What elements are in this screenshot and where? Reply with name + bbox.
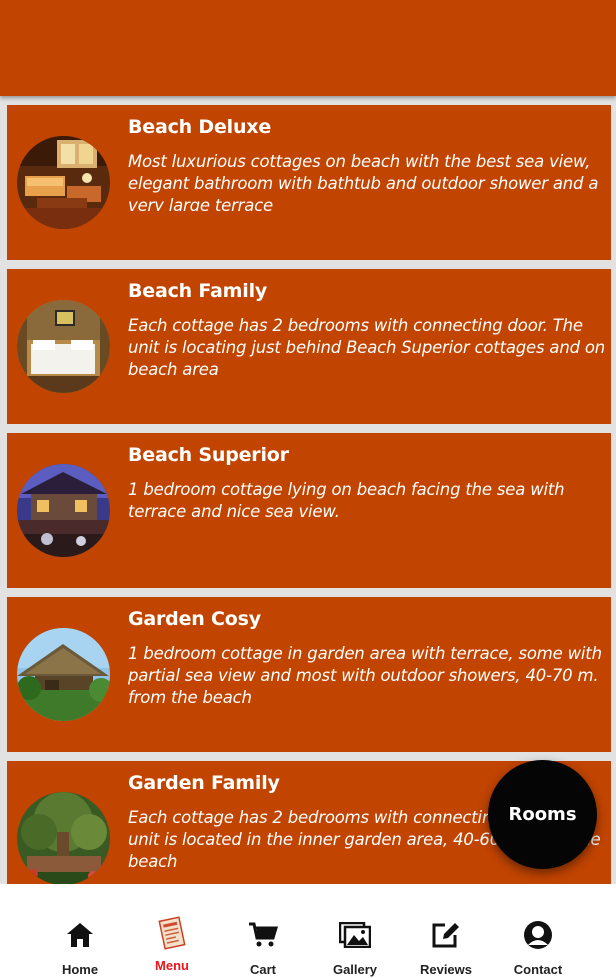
room-title: Garden Family [128,772,280,794]
nav-label: Reviews [419,962,473,977]
nav-label: Gallery [332,962,378,977]
nav-label: Contact [513,962,563,977]
nav-label: Cart [249,962,276,977]
room-title: Beach Deluxe [128,116,272,138]
garden-family-room-photo [17,792,110,884]
garden-cosy-room-photo [17,628,110,721]
rooms-fab-button[interactable]: Rooms [488,760,597,869]
beach-deluxe-room-photo [17,136,110,229]
room-card-garden-cosy[interactable]: Garden Cosy 1 bedroom cottage in garden … [7,597,611,752]
nav-item-reviews[interactable]: Reviews [400,884,492,978]
gallery-icon [339,920,371,950]
room-card-beach-deluxe[interactable]: Beach Deluxe Most luxurious cottages on … [7,105,611,260]
nav-item-home[interactable]: Home [34,884,126,978]
bottom-navigation: Home Menu Cart Gallery Reviews Contact [0,884,616,978]
nav-item-cart[interactable]: Cart [217,884,309,978]
nav-item-contact[interactable]: Contact [492,884,584,978]
beach-family-room-photo [17,300,110,393]
cart-icon [248,920,278,950]
beach-superior-room-photo [17,464,110,557]
rooms-fab-label: Rooms [508,804,577,825]
room-description: 1 bedroom cottage lying on beach facing … [128,480,565,521]
room-card-beach-family[interactable]: Beach Family Each cottage has 2 bedrooms… [7,269,611,424]
nav-label: Menu [155,958,189,973]
room-title: Beach Family [128,280,268,302]
nav-label: Home [61,962,99,977]
nav-item-gallery[interactable]: Gallery [309,884,401,978]
room-description: Most luxurious cottages on beach with th… [128,152,599,211]
room-card-beach-superior[interactable]: Beach Superior 1 bedroom cottage lying o… [7,433,611,588]
app-bar [0,0,616,96]
menu-book-icon [156,916,188,950]
home-icon [66,920,94,950]
room-description: Each cottage has 2 bedrooms with connect… [128,316,606,375]
room-title: Garden Cosy [128,608,261,630]
edit-review-icon [431,920,461,950]
contact-person-icon [523,920,553,950]
nav-item-menu[interactable]: Menu [126,884,218,978]
room-title: Beach Superior [128,444,289,466]
room-description: 1 bedroom cottage in garden area with te… [128,644,602,703]
